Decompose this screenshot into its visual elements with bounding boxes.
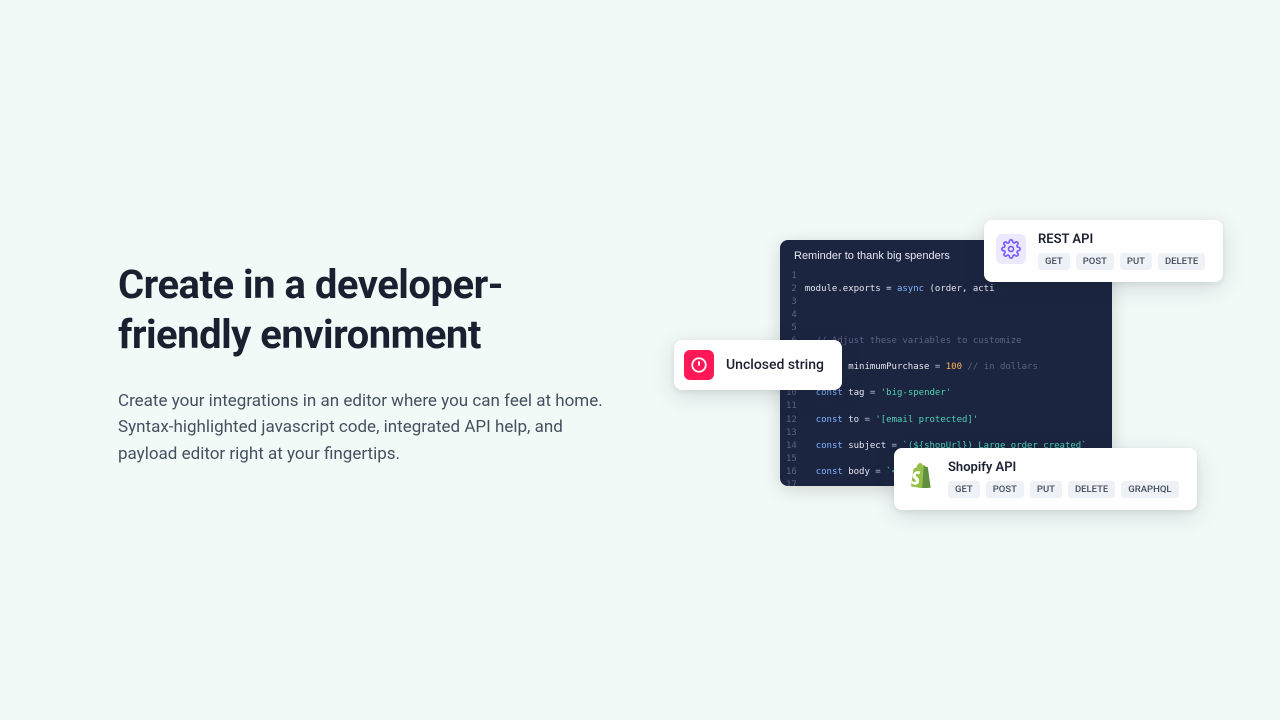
shopify-icon: [906, 460, 936, 490]
rest-card-title: REST API: [1038, 232, 1205, 247]
hero-text: Create in a developer-friendly environme…: [118, 260, 608, 467]
http-verb-badge: POST: [986, 481, 1024, 498]
rest-api-card: REST API GET POST PUT DELETE: [984, 220, 1223, 282]
http-verb-badge: GET: [948, 481, 980, 498]
hero-headline: Create in a developer-friendly environme…: [118, 260, 608, 360]
http-verb-badge: GET: [1038, 253, 1070, 270]
hero-subcopy: Create your integrations in an editor wh…: [118, 388, 608, 467]
http-verb-badge: PUT: [1120, 253, 1152, 270]
http-verb-badge: POST: [1076, 253, 1114, 270]
gear-icon: [996, 234, 1026, 264]
error-card-title: Unclosed string: [726, 357, 824, 373]
http-verb-badge: GRAPHQL: [1121, 481, 1178, 498]
error-card: Unclosed string: [674, 340, 842, 390]
error-icon: [684, 350, 714, 380]
shopify-verb-list: GET POST PUT DELETE GRAPHQL: [948, 481, 1179, 498]
shopify-card-title: Shopify API: [948, 460, 1179, 475]
http-verb-badge: DELETE: [1158, 253, 1205, 270]
http-verb-badge: PUT: [1030, 481, 1062, 498]
http-verb-badge: DELETE: [1068, 481, 1115, 498]
rest-verb-list: GET POST PUT DELETE: [1038, 253, 1205, 270]
shopify-api-card: Shopify API GET POST PUT DELETE GRAPHQL: [894, 448, 1197, 510]
